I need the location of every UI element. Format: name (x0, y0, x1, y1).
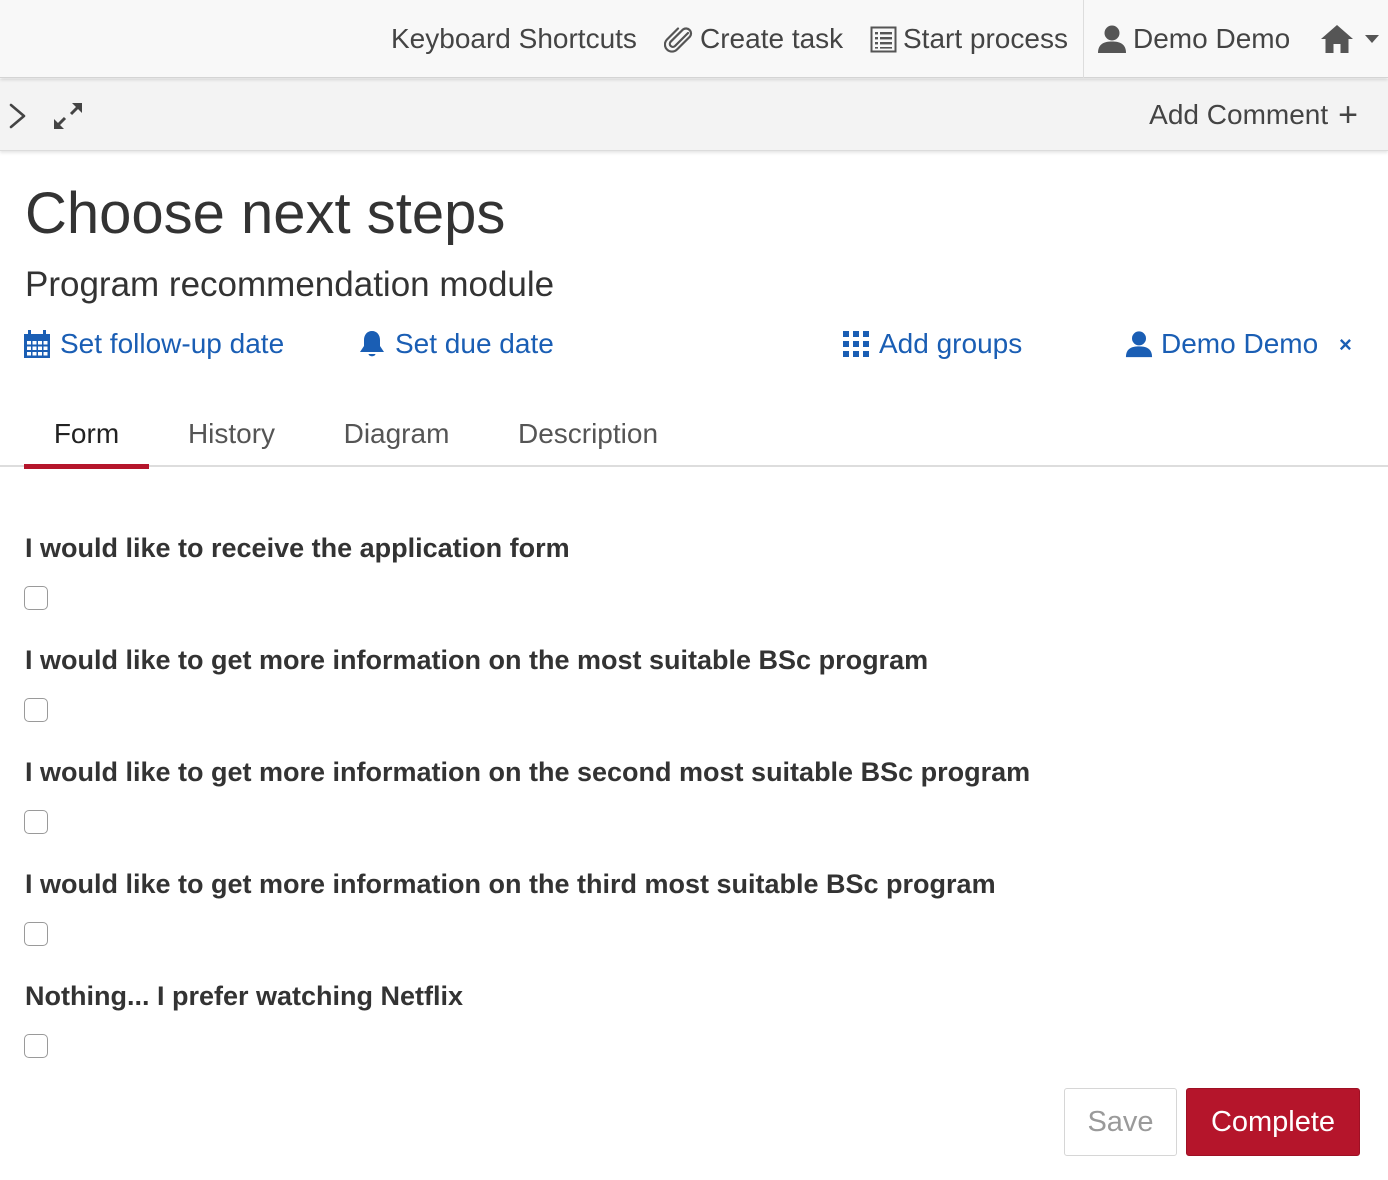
create-task-label: Create task (700, 23, 844, 54)
task-toolbar: Add Comment + (0, 79, 1388, 151)
navbar-divider (1083, 0, 1084, 78)
tab-diagram-label: Diagram (343, 417, 450, 449)
user-icon (1098, 25, 1126, 53)
list-icon (870, 26, 897, 52)
field-label-most-suitable: I would like to get more information on … (25, 645, 929, 675)
keyboard-shortcuts-label: Keyboard Shortcuts (391, 23, 637, 54)
field-label-second-most-suitable: I would like to get more information on … (25, 757, 1031, 787)
calendar-icon (24, 330, 50, 358)
user-name: Demo Demo (1133, 23, 1291, 54)
field-label-netflix: Nothing... I prefer watching Netflix (25, 981, 464, 1011)
bell-icon (360, 331, 384, 357)
keyboard-shortcuts-link[interactable]: Keyboard Shortcuts (391, 0, 637, 78)
complete-button[interactable]: Complete (1186, 1088, 1360, 1156)
set-follow-up-date-label: Set follow-up date (60, 328, 285, 359)
home-icon (1321, 25, 1353, 53)
chevron-right-icon[interactable] (8, 103, 28, 129)
user-menu[interactable]: Demo Demo (1097, 0, 1290, 78)
remove-assignee-icon[interactable]: × (1339, 332, 1352, 358)
checkbox-most-suitable[interactable] (24, 698, 48, 722)
field-label-application-form: I would like to receive the application … (25, 533, 570, 563)
set-due-date-link[interactable]: Set due date (359, 324, 554, 364)
task-tabs: Form History Diagram Description (0, 400, 1388, 469)
expand-icon[interactable] (52, 101, 84, 131)
home-menu[interactable] (1320, 0, 1386, 78)
tab-history-label: History (187, 417, 276, 449)
tab-description-label: Description (517, 417, 659, 449)
save-button-label: Save (1087, 1105, 1154, 1138)
page-title: Choose next steps (25, 181, 506, 246)
assignee-name: Demo Demo (1161, 328, 1319, 359)
tab-form[interactable]: Form (24, 400, 149, 469)
complete-button-label: Complete (1210, 1105, 1336, 1138)
top-navbar: Keyboard Shortcuts Create task Start pro… (0, 0, 1388, 78)
set-due-date-label: Set due date (395, 328, 554, 359)
tab-description[interactable]: Description (500, 400, 676, 467)
field-label-third-most-suitable: I would like to get more information on … (25, 869, 996, 899)
add-comment-label: Add Comment (1149, 99, 1329, 130)
page-subtitle: Program recommendation module (25, 265, 555, 304)
tab-diagram[interactable]: Diagram (325, 400, 468, 467)
set-follow-up-date-link[interactable]: Set follow-up date (24, 324, 284, 364)
checkbox-third-most-suitable[interactable] (24, 922, 48, 946)
caret-down-icon (1365, 35, 1379, 43)
add-groups-link[interactable]: Add groups (843, 324, 1022, 364)
add-groups-label: Add groups (879, 328, 1023, 359)
start-process-label: Start process (903, 23, 1068, 54)
checkbox-second-most-suitable[interactable] (24, 810, 48, 834)
save-button[interactable]: Save (1064, 1088, 1177, 1156)
add-comment-button[interactable]: Add Comment + (1149, 79, 1358, 151)
grid-icon (843, 331, 869, 357)
checkbox-netflix[interactable] (24, 1034, 48, 1058)
paperclip-icon (664, 27, 693, 53)
create-task-link[interactable]: Create task (664, 0, 843, 78)
plus-icon: + (1338, 96, 1358, 134)
tab-form-label: Form (53, 417, 120, 449)
tab-history[interactable]: History (165, 400, 298, 467)
assignee-link[interactable]: Demo Demo (1125, 324, 1318, 364)
checkbox-application-form[interactable] (24, 586, 48, 610)
start-process-link[interactable]: Start process (870, 0, 1068, 78)
user-icon (1125, 331, 1153, 358)
